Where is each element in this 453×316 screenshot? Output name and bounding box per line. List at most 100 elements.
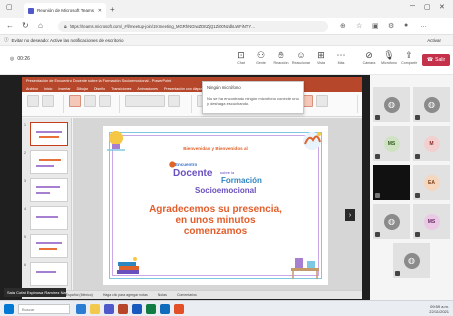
excel-icon[interactable]: [146, 304, 156, 314]
cut-icon[interactable]: [42, 95, 54, 107]
activate-notifications-button[interactable]: Activar: [427, 38, 449, 43]
file-explorer-icon[interactable]: [90, 304, 100, 314]
zoom-icon[interactable]: ⊕: [340, 22, 346, 30]
designer-icon[interactable]: [316, 95, 328, 107]
url-field[interactable]: 🔒︎ https://teams.microsoft.com/_#/l/meet…: [58, 21, 328, 32]
popup-body: No se ha encontrado ningún micrófono con…: [207, 96, 299, 106]
current-slide[interactable]: Bienvenidas y Bienvenidos al ⬤ Encuentro…: [103, 126, 328, 285]
meeting-timer: ◎ 00:26: [10, 56, 30, 62]
timer-text: 00:26: [17, 56, 30, 62]
minimize-button[interactable]: ─: [410, 3, 415, 10]
menu-dibujar[interactable]: Dibujar: [77, 87, 88, 91]
presenter-name: Sala Cofat Espinosa Ramírez Nayeli: [4, 288, 66, 297]
notification-bar: ⓘ Evitar no deseado: Active las notifica…: [0, 35, 453, 46]
people-button[interactable]: ⚇ Gente: [250, 50, 272, 65]
reactions-button[interactable]: ☺ Reaccionar: [290, 50, 312, 65]
menu-archivo[interactable]: Archivo: [26, 87, 38, 91]
start-icon[interactable]: [4, 304, 14, 314]
leave-label: Salir: [435, 57, 446, 63]
maximize-button[interactable]: ▢: [424, 3, 431, 11]
paste-icon[interactable]: [27, 95, 39, 107]
participant-gallery: ◍ ◍ MS M EA ◍ MS ◍: [370, 75, 453, 300]
people-icon: ⚇: [256, 50, 266, 60]
chrome-icon[interactable]: [174, 304, 184, 314]
slide-thumbnail[interactable]: 6: [24, 262, 68, 286]
participant-tile[interactable]: MS: [413, 204, 450, 239]
system-clock[interactable]: 09:59 a.m. 22/11/2021: [429, 304, 449, 314]
slide-thumbnail[interactable]: 2: [24, 150, 68, 174]
tab-title: Reunión de Microsoft Teams: [37, 8, 94, 13]
camera-button[interactable]: ⊘ Cámara: [358, 50, 380, 65]
more-button[interactable]: ⋯ Más: [330, 50, 352, 65]
bold-icon[interactable]: [168, 95, 180, 107]
new-tab-button[interactable]: +: [110, 5, 115, 14]
reactions-label: Reaccionar: [291, 61, 311, 65]
close-window-button[interactable]: ✕: [439, 3, 445, 11]
person-icon: ◍: [383, 96, 400, 113]
participant-tile[interactable]: ◍: [373, 204, 410, 239]
favorite-icon[interactable]: ☆: [356, 22, 362, 30]
font-box[interactable]: [125, 95, 165, 107]
camera-icon: ⊘: [365, 50, 373, 60]
view-button[interactable]: ⊞ Vista: [310, 50, 332, 65]
ribbon-group-font: [122, 95, 192, 113]
teams-icon[interactable]: [104, 304, 114, 314]
notes-hint[interactable]: Haga clic para agregar notas: [103, 293, 148, 297]
home-icon[interactable]: ⌂: [38, 21, 43, 30]
participant-tile[interactable]: M: [413, 126, 450, 161]
participant-tile[interactable]: ◍: [413, 87, 450, 122]
outlook-icon[interactable]: [160, 304, 170, 314]
slide-thumbnail[interactable]: 5: [24, 234, 68, 258]
slide-welcome-text: Bienvenidas y Bienvenidos al: [183, 146, 248, 151]
menu-animaciones[interactable]: Animaciones: [137, 87, 158, 91]
edge-icon[interactable]: [76, 304, 86, 314]
raise-hand-label: Reacción: [273, 61, 289, 65]
ribbon-group-clipboard: [24, 95, 64, 113]
refresh-icon[interactable]: ↻: [22, 21, 29, 30]
expand-panel-icon[interactable]: ›: [345, 209, 355, 221]
participant-tile[interactable]: ◍: [393, 243, 430, 278]
more-icon: ⋯: [336, 50, 346, 60]
browser-more-icon[interactable]: …: [420, 22, 427, 29]
share-button[interactable]: ⇪ Compartir: [398, 50, 420, 65]
new-slide-icon[interactable]: [69, 95, 81, 107]
mic-off-icon: [375, 193, 380, 198]
word-icon[interactable]: [132, 304, 142, 314]
slide-thumbnail[interactable]: 3: [24, 178, 68, 202]
taskbar-search[interactable]: Buscar: [18, 304, 70, 314]
menu-diseno[interactable]: Diseño: [94, 87, 105, 91]
mic-button[interactable]: 🎙︎ Micrófono: [378, 50, 400, 65]
menu-inicio[interactable]: Inicio: [44, 87, 52, 91]
ribbon-group-slides: [66, 95, 120, 113]
leave-button[interactable]: ☎ Salir: [422, 54, 450, 66]
view-label: Vista: [317, 61, 325, 65]
slide-number: 4: [24, 207, 26, 211]
close-tab-icon[interactable]: ✕: [98, 8, 102, 14]
section-icon[interactable]: [99, 95, 111, 107]
menu-insertar[interactable]: Insertar: [58, 87, 70, 91]
participant-tile[interactable]: MS: [373, 126, 410, 161]
mic-off-icon: [375, 115, 380, 120]
slide-thumbnail[interactable]: 1: [24, 122, 68, 146]
slide-thumbnail[interactable]: 4: [24, 206, 68, 230]
mic-off-icon: [375, 154, 380, 159]
status-notes[interactable]: Notas: [158, 293, 167, 297]
menu-transiciones[interactable]: Transiciones: [111, 87, 131, 91]
extensions-icon[interactable]: ⚙: [388, 22, 394, 30]
participant-tile[interactable]: EA: [413, 165, 450, 200]
chat-button[interactable]: ⊡ Chat: [230, 50, 252, 65]
profile-icon[interactable]: ●: [404, 22, 408, 29]
browser-tab[interactable]: Reunión de Microsoft Teams ✕: [24, 3, 106, 18]
logo-socioemocional: Socioemocional: [195, 186, 257, 195]
powerpoint-icon[interactable]: [118, 304, 128, 314]
browser-menu-icon[interactable]: ▢: [6, 3, 13, 11]
collections-icon[interactable]: ▣: [372, 22, 379, 30]
raise-hand-button[interactable]: ✋︎ Reacción: [270, 50, 292, 65]
powerpoint-ribbon: [22, 92, 362, 117]
back-icon[interactable]: ←: [6, 21, 14, 30]
person-icon: ◍: [403, 252, 420, 269]
status-comments[interactable]: Comentarios: [177, 293, 197, 297]
layout-icon[interactable]: [84, 95, 96, 107]
participant-video-tile[interactable]: [373, 165, 410, 200]
participant-tile[interactable]: ◍: [373, 87, 410, 122]
